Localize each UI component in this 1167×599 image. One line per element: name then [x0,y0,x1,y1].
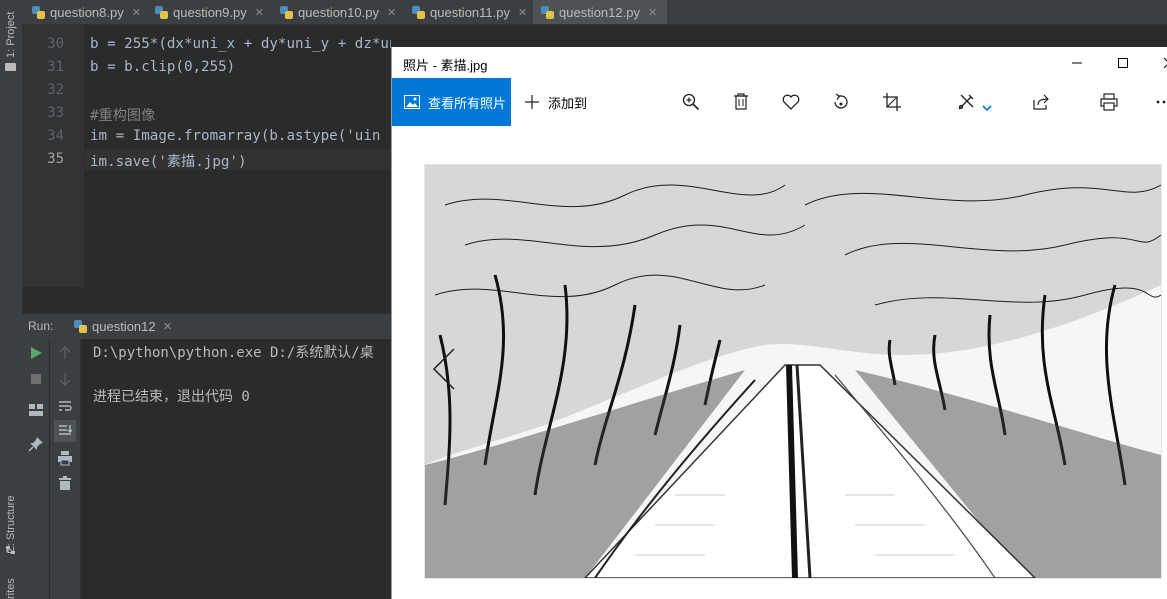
python-file-icon [32,5,45,19]
code-line: b = b.clip(0,255) [90,59,236,75]
stop-icon[interactable] [28,371,44,387]
code-editor[interactable]: b = 255*(dx*uni_x + dy*uni_y + dz*uni_z)… [85,25,391,287]
python-file-icon [280,5,293,19]
python-file-icon [541,5,554,19]
line-number: 31 [47,59,64,75]
code-comment-line: #重构图像 [90,108,156,124]
folder-icon [5,63,16,71]
code-line: b = 255*(dx*uni_x + dy*uni_y + dz*uni_z) [90,36,391,52]
layout-icon[interactable] [28,402,44,418]
tool-window-strip: 1: Project Z: Structure rites [0,0,23,599]
run-toolbar-secondary [50,339,81,599]
photos-toolbar: 查看所有照片 添加到 [392,78,1167,126]
tab-question9[interactable]: question9.py ✕ [147,0,269,24]
line-number: 33 [47,105,64,121]
line-number: 35 [47,151,64,167]
soft-wrap-icon[interactable] [57,398,73,414]
tab-question12[interactable]: question12.py ✕ [533,0,667,24]
line-number: 32 [47,82,64,98]
close-icon [1163,57,1167,68]
favorites-tool-button[interactable]: rites [5,578,17,599]
view-all-photos-button[interactable]: 查看所有照片 [392,78,511,126]
scrolled-line-fragment [85,25,391,28]
run-label: Run: [28,319,54,333]
project-tool-button[interactable]: 1: Project [5,12,17,58]
console-output[interactable]: D:\python\python.exe D:/系统默认/桌 进程已结束，退出代… [81,339,391,599]
minimize-button[interactable] [1054,47,1100,78]
editor-tab-bar: question8.py ✕ question9.py ✕ question10… [22,0,1167,25]
maximize-button[interactable] [1100,47,1146,78]
close-icon[interactable]: ✕ [163,320,172,333]
print-icon[interactable] [1097,90,1121,114]
close-icon[interactable]: ✕ [518,6,527,19]
share-icon[interactable] [1029,90,1053,114]
rotate-icon[interactable] [829,90,853,114]
delete-icon[interactable] [729,90,753,114]
run-tool-window-header: Run: question12 ✕ [22,313,391,340]
window-title: 照片 - 素描.jpg [403,58,488,73]
scroll-to-end-icon[interactable] [54,420,76,442]
up-arrow-icon[interactable] [57,345,73,361]
add-icon [525,95,539,109]
rerun-icon[interactable] [28,345,44,361]
more-icon[interactable] [1152,90,1167,114]
pin-icon[interactable] [28,436,44,452]
favorite-heart-icon[interactable] [779,90,803,114]
previous-photo-icon[interactable] [430,347,460,391]
close-icon[interactable]: ✕ [255,6,264,19]
maximize-icon [1118,57,1128,68]
close-icon[interactable]: ✕ [132,6,141,19]
minimize-icon [1072,62,1082,63]
zoom-in-icon[interactable] [679,90,703,114]
python-file-icon [74,320,87,333]
code-line: im = Image.fromarray(b.astype('uin [90,128,381,144]
tab-question11[interactable]: question11.py ✕ [404,0,532,24]
photos-app-window: 照片 - 素描.jpg 查看所有照片 添加到 [391,47,1167,599]
trash-icon[interactable] [57,475,73,491]
tab-question8[interactable]: question8.py ✕ [24,0,146,24]
python-file-icon [412,5,425,19]
close-icon[interactable]: ✕ [387,6,396,19]
code-line: im.save('素描.jpg') [90,154,247,170]
run-toolbar-primary [22,339,49,599]
line-number: 30 [47,36,64,52]
photo-sketch-image[interactable] [424,164,1162,579]
tab-question10[interactable]: question10.py ✕ [272,0,402,24]
add-to-button[interactable]: 添加到 [524,78,587,126]
console-line: D:\python\python.exe D:/系统默认/桌 [93,345,374,361]
down-arrow-icon[interactable] [57,371,73,387]
crop-icon[interactable] [880,90,904,114]
close-button[interactable] [1146,47,1167,78]
console-line: 进程已结束，退出代码 0 [93,389,250,405]
run-config-tab[interactable]: question12 [92,319,156,334]
line-number-gutter: 30 31 32 33 34 35 [22,25,84,287]
tree-tunnel-road-sketch [425,165,1161,578]
chevron-down-icon[interactable] [982,97,992,116]
window-titlebar[interactable]: 照片 - 素描.jpg [392,47,1167,78]
python-file-icon [155,5,168,19]
photo-icon [404,95,420,109]
line-number: 34 [47,128,64,144]
close-icon[interactable]: ✕ [648,6,657,19]
structure-icon [6,540,16,554]
edit-create-icon[interactable] [954,90,978,114]
print-icon[interactable] [57,450,73,466]
